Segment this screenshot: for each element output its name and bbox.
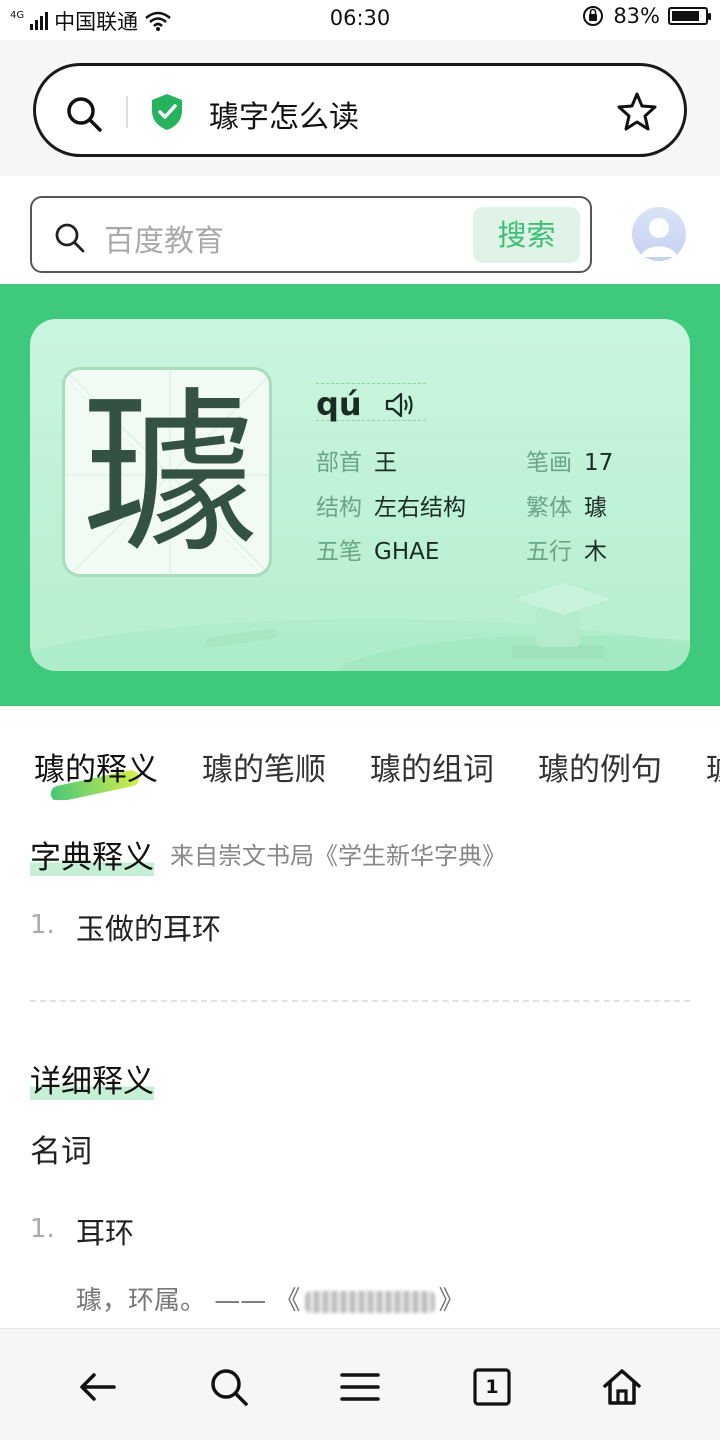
menu-icon[interactable]	[338, 1365, 382, 1409]
star-icon[interactable]	[616, 90, 658, 132]
tab-stroke-order[interactable]: 璩的笔顺	[202, 744, 326, 789]
section-title-dictionary: 字典释义	[30, 832, 154, 877]
info-value: 左右结构	[374, 495, 466, 521]
blurred-source	[304, 1290, 435, 1313]
info-value: GHAE	[374, 539, 440, 565]
search-button[interactable]: 搜索	[473, 207, 580, 263]
section-title-text: 详细释义	[30, 1064, 154, 1100]
list-item: 耳环	[76, 1216, 135, 1250]
search-input[interactable]: 百度教育	[104, 216, 224, 260]
divider	[30, 1000, 690, 1002]
info-label: 繁体	[526, 495, 572, 521]
info-strokes: 笔画 17	[526, 443, 613, 477]
list-number: 1.	[30, 1214, 55, 1244]
info-traditional: 繁体璩	[526, 488, 607, 522]
shield-check-icon	[152, 94, 182, 130]
info-label: 部首	[316, 450, 362, 476]
browser-toolbar: 璩字怎么读	[0, 40, 720, 176]
graduation-cap-icon	[512, 583, 610, 659]
avatar[interactable]	[632, 207, 686, 261]
character-glyph: 璩	[81, 372, 258, 577]
pinyin: qú	[316, 385, 362, 423]
tabs-count-icon[interactable]: 1	[470, 1365, 514, 1409]
info-value: 木	[584, 539, 607, 565]
status-right: 83%	[581, 4, 711, 28]
info-value: 王	[374, 450, 397, 476]
section-title-text: 字典释义	[30, 840, 154, 876]
status-bar: 4G 中国联通 06:30 83%	[0, 0, 720, 38]
character-card: 璩 qú 部首王 笔画 17 结构 左右结构 繁体璩 五笔 GHAE 五行木	[30, 319, 690, 671]
info-label: 结构	[316, 495, 362, 521]
info-value: 璩	[584, 495, 607, 521]
info-value: 17	[584, 450, 614, 476]
rotation-lock-icon	[583, 6, 604, 26]
tab-count: 1	[485, 1376, 499, 1398]
example-quote: 璩，环属。 —— 《 》	[76, 1280, 465, 1317]
address-bar-divider	[126, 96, 128, 128]
section-tabs: 璩的释义 璩的笔顺 璩的组词 璩的例句 璩	[0, 720, 720, 800]
tab-meaning[interactable]: 璩的释义	[34, 744, 158, 789]
character-glyph-box[interactable]: 璩	[62, 367, 272, 577]
address-text[interactable]: 璩字怎么读	[209, 92, 359, 136]
example-source-open: 《	[274, 1286, 301, 1316]
example-text: 璩，环属。 ——	[76, 1286, 267, 1316]
search-icon[interactable]	[207, 1365, 251, 1409]
site-search-box[interactable]: 百度教育 搜索	[30, 196, 592, 273]
part-of-speech: 名词	[30, 1134, 92, 1170]
info-label: 笔画	[526, 450, 572, 476]
section-title-detail: 详细释义	[30, 1056, 154, 1101]
info-label: 五行	[526, 539, 572, 565]
info-wubi: 五笔 GHAE	[316, 532, 439, 566]
tab-words[interactable]: 璩的组词	[370, 744, 494, 789]
search-icon	[55, 223, 85, 253]
battery-icon	[668, 7, 711, 25]
search-icon[interactable]	[64, 94, 104, 134]
info-label: 五笔	[316, 539, 362, 565]
bottom-nav: 1	[0, 1328, 720, 1440]
list-item: 玉做的耳环	[76, 912, 222, 946]
user-icon	[641, 218, 677, 257]
address-bar[interactable]: 璩字怎么读	[33, 63, 687, 157]
battery-percent: 83%	[613, 4, 660, 28]
info-wuxing: 五行木	[526, 532, 607, 566]
speaker-icon[interactable]	[384, 391, 416, 419]
info-radical: 部首王	[316, 443, 397, 477]
home-icon[interactable]	[600, 1365, 644, 1409]
dictionary-source: 来自崇文书局《学生新华字典》	[170, 842, 506, 870]
tab-more[interactable]: 璩	[706, 744, 720, 789]
character-hero: 璩 qú 部首王 笔画 17 结构 左右结构 繁体璩 五笔 GHAE 五行木	[0, 284, 720, 706]
back-arrow-icon[interactable]	[76, 1365, 120, 1409]
tab-sentences[interactable]: 璩的例句	[538, 744, 662, 789]
battery-fill	[672, 11, 699, 21]
list-number: 1.	[30, 910, 55, 940]
info-structure: 结构 左右结构	[316, 488, 466, 522]
example-source-close: 》	[438, 1286, 465, 1316]
